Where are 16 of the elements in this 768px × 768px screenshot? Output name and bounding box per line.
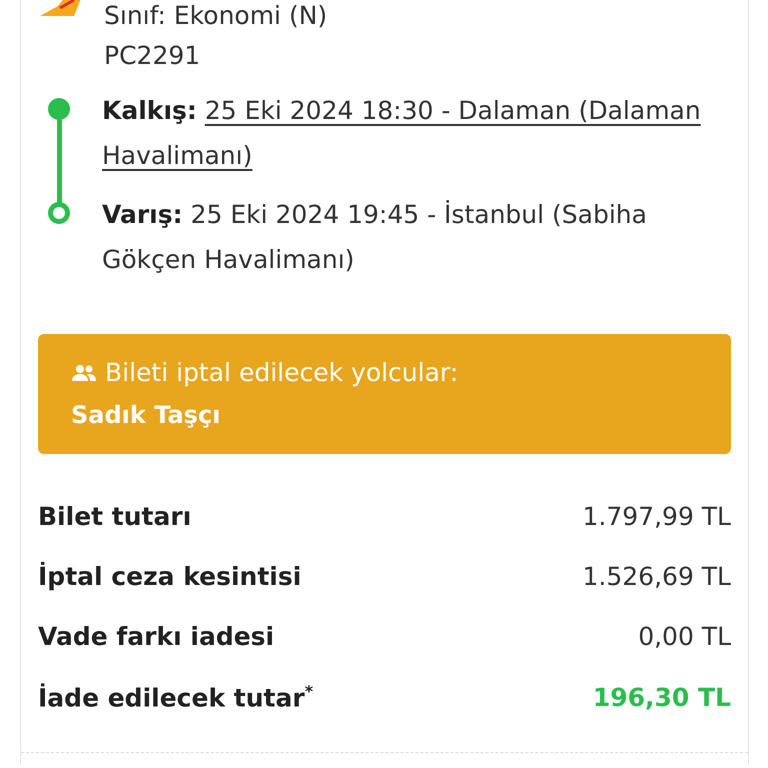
amount-label: İade edilecek tutar$^{*}$ (38, 682, 314, 712)
arrival-info: Varış: 25 Eki 2024 19:45 - İstanbul (Sabiha Gökçen Havalimanı) (102, 199, 648, 276)
fare-class: Sınıf: Ekonomi (N) (104, 0, 328, 32)
passengers-title: Bileti iptal edilecek yolcular: (105, 357, 458, 389)
passenger-name: Sadık Taşçı (71, 400, 222, 431)
people-icon (71, 364, 97, 382)
amount-label: Bilet tutarı (38, 502, 192, 531)
amount-label: Vade farkı iadesi (38, 622, 274, 651)
amount-value: 0,00 TL (638, 622, 731, 651)
amount-value: 1.797,99 TL (582, 502, 731, 531)
flight-number: PC2291 (104, 40, 202, 72)
refund-amount: 196,30 TL (592, 683, 731, 712)
departure-info: Kalkış: 25 Eki 2024 18:30 - Dalaman (Dalaman Havalimanı) (102, 95, 702, 172)
airline-logo-icon (40, 0, 82, 18)
amount-value: 1.526,69 TL (582, 562, 731, 591)
amount-label: İptal ceza kesintisi (38, 562, 302, 591)
